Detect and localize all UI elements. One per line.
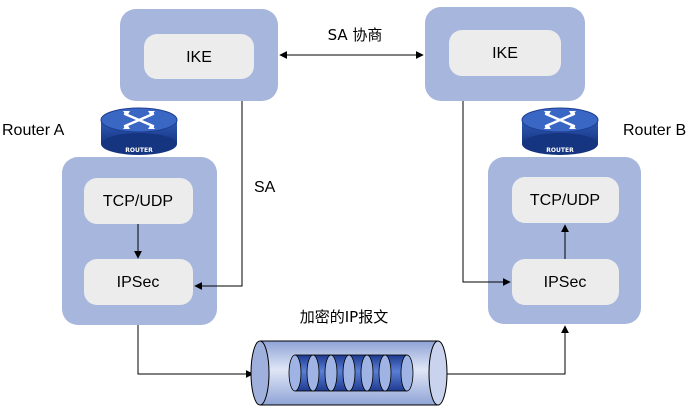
router-b-badge: ROUTER [546, 147, 574, 154]
router-a-badge: ROUTER [125, 147, 153, 154]
sa-label: SA [254, 179, 276, 196]
tunnel-packets [288, 354, 414, 392]
router-a-icon: ROUTER [100, 107, 178, 155]
encrypted-packet-label: 加密的IP报文 [300, 308, 388, 326]
router-a-tcpudp-label: TCP/UDP [103, 193, 173, 210]
router-b-name: Router B [623, 122, 686, 139]
router-b-tcpudp-label: TCP/UDP [530, 192, 600, 209]
router-b-group: IKE TCP/UDP IPSec Router B ROUTER [425, 7, 686, 324]
ipsec-diagram: IKE TCP/UDP IPSec Router A ROUTER IKE TC… [2, 7, 686, 406]
sa-negotiation-label: SA 协商 [328, 26, 383, 44]
router-a-name: Router A [2, 122, 65, 139]
router-a-ipsec-label: IPSec [117, 274, 160, 291]
encrypted-tunnel [250, 340, 448, 406]
router-a-group: IKE TCP/UDP IPSec Router A ROUTER [2, 9, 278, 325]
router-a-to-tunnel-arrow [137, 325, 254, 378]
router-b-icon: ROUTER [521, 107, 599, 155]
router-b-ike-label: IKE [492, 45, 518, 62]
tunnel-to-router-b-arrow [436, 325, 569, 375]
router-b-ipsec-label: IPSec [544, 274, 587, 291]
router-a-ike-label: IKE [186, 49, 212, 66]
